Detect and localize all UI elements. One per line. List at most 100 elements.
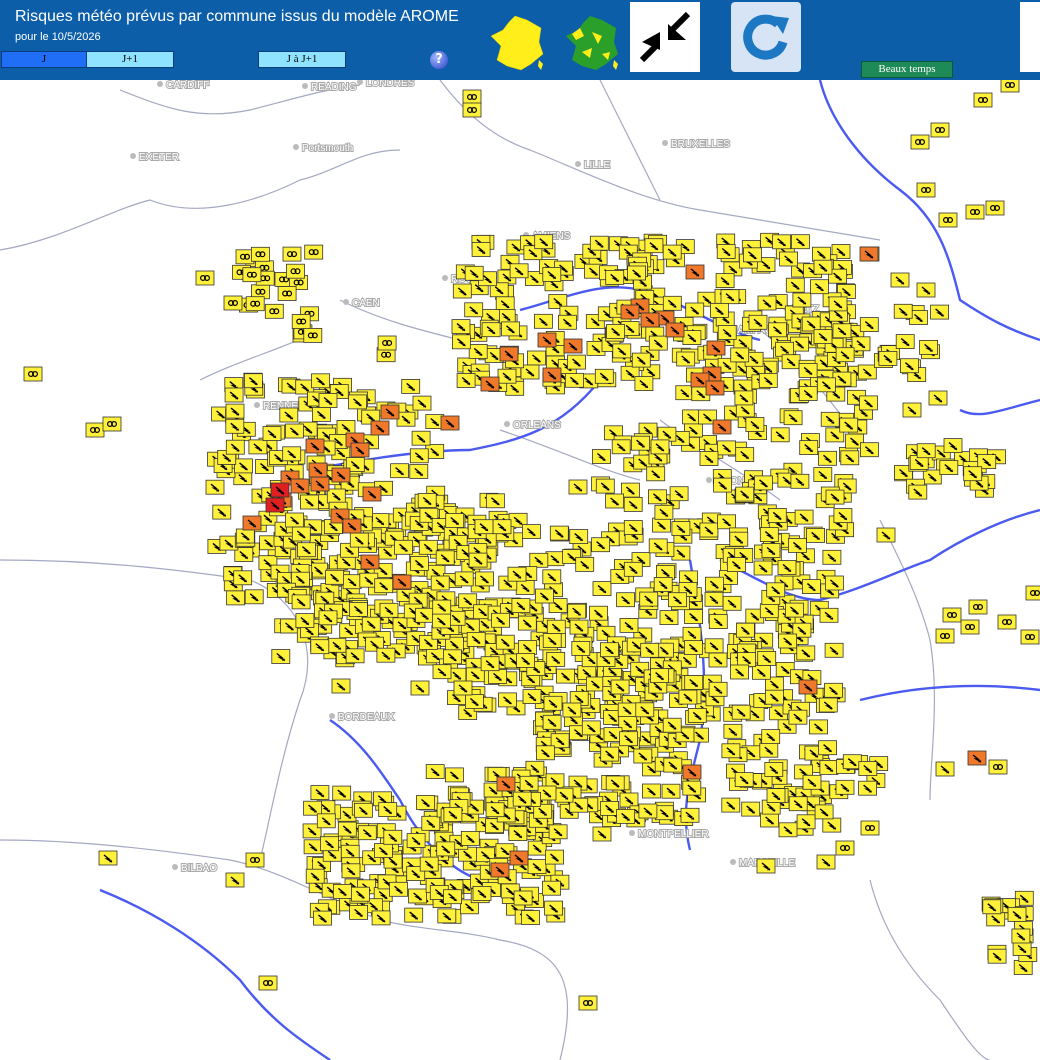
- warning-icon[interactable]: [462, 102, 482, 118]
- warning-icon[interactable]: [939, 460, 959, 476]
- warning-icon[interactable]: [770, 427, 790, 443]
- warning-icon[interactable]: [349, 905, 369, 920]
- warning-icon[interactable]: [860, 442, 879, 458]
- warning-icon[interactable]: [717, 514, 736, 530]
- warning-icon[interactable]: [798, 362, 818, 378]
- warning-icon[interactable]: [857, 364, 877, 380]
- warning-icon[interactable]: [778, 822, 798, 838]
- warning-icon[interactable]: [930, 122, 950, 138]
- warning-icon[interactable]: [435, 550, 455, 566]
- warning-icon[interactable]: [816, 854, 836, 870]
- warning-icon[interactable]: [987, 948, 1007, 964]
- warning-icon[interactable]: [820, 411, 840, 427]
- warning-icon[interactable]: [777, 560, 797, 575]
- warning-icon[interactable]: [616, 809, 635, 824]
- warning-icon[interactable]: [409, 448, 429, 464]
- warning-icon[interactable]: [436, 841, 456, 857]
- warning-icon[interactable]: [348, 394, 367, 410]
- warning-icon[interactable]: [814, 804, 834, 820]
- warning-icon[interactable]: [513, 890, 533, 906]
- warning-icon[interactable]: [326, 488, 346, 504]
- warning-icon[interactable]: [581, 720, 601, 736]
- warning-icon[interactable]: [621, 482, 640, 498]
- warning-icon[interactable]: [781, 354, 801, 370]
- warning-icon[interactable]: [311, 373, 330, 389]
- warning-icon[interactable]: [665, 322, 685, 338]
- warning-icon[interactable]: [205, 479, 225, 495]
- warning-icon[interactable]: [767, 508, 787, 523]
- warning-icon[interactable]: [682, 330, 702, 346]
- warning-icon[interactable]: [472, 886, 492, 901]
- warning-icon[interactable]: [568, 479, 588, 495]
- warning-icon[interactable]: [592, 449, 611, 464]
- warning-icon[interactable]: [766, 788, 786, 803]
- warning-icon[interactable]: [517, 615, 537, 631]
- warning-icon[interactable]: [723, 723, 743, 739]
- warning-icon[interactable]: [619, 731, 638, 747]
- warning-icon[interactable]: [410, 680, 430, 696]
- warning-icon[interactable]: [824, 642, 844, 658]
- warning-icon[interactable]: [291, 594, 311, 610]
- warning-icon[interactable]: [440, 415, 460, 431]
- warning-icon[interactable]: [396, 411, 416, 427]
- warning-icon[interactable]: [705, 380, 725, 396]
- warning-icon[interactable]: [858, 761, 878, 776]
- warning-icon[interactable]: [516, 653, 535, 668]
- warning-icon[interactable]: [832, 323, 852, 339]
- warning-icon[interactable]: [799, 440, 819, 456]
- warning-icon[interactable]: [730, 347, 750, 363]
- warning-icon[interactable]: [635, 702, 655, 718]
- warning-icon[interactable]: [543, 695, 563, 711]
- warning-icon[interactable]: [704, 638, 724, 654]
- warning-icon[interactable]: [783, 410, 803, 426]
- warning-icon[interactable]: [563, 338, 583, 354]
- warning-icon[interactable]: [425, 764, 445, 779]
- warning-icon[interactable]: [233, 570, 253, 586]
- warning-icon[interactable]: [311, 406, 331, 422]
- warning-icon[interactable]: [225, 418, 245, 434]
- warning-icon[interactable]: [813, 467, 833, 482]
- warning-icon[interactable]: [548, 824, 568, 840]
- warning-icon[interactable]: [612, 343, 632, 359]
- warning-icon[interactable]: [527, 859, 547, 874]
- warning-icon[interactable]: [411, 430, 431, 446]
- warning-icon[interactable]: [699, 522, 719, 538]
- warning-icon[interactable]: [362, 486, 382, 502]
- warning-icon[interactable]: [835, 840, 855, 856]
- warning-icon[interactable]: [562, 702, 582, 718]
- warning-icon[interactable]: [653, 577, 673, 592]
- warning-icon[interactable]: [778, 633, 797, 649]
- warning-icon[interactable]: [394, 539, 413, 555]
- warning-icon[interactable]: [542, 880, 561, 896]
- warning-icon[interactable]: [668, 592, 687, 608]
- warning-icon[interactable]: [545, 551, 565, 567]
- warning-icon[interactable]: [752, 664, 771, 680]
- warning-icon[interactable]: [605, 493, 624, 509]
- warning-icon[interactable]: [775, 341, 794, 357]
- warning-icon[interactable]: [471, 242, 491, 257]
- warning-icon[interactable]: [737, 652, 756, 667]
- warning-icon[interactable]: [212, 504, 232, 520]
- warning-icon[interactable]: [684, 609, 703, 624]
- warning-icon[interactable]: [586, 676, 605, 692]
- warning-icon[interactable]: [454, 571, 474, 587]
- warning-icon[interactable]: [591, 537, 610, 553]
- warning-icon[interactable]: [835, 779, 855, 795]
- warning-icon[interactable]: [796, 814, 816, 830]
- warning-icon[interactable]: [654, 805, 674, 821]
- warning-icon[interactable]: [835, 347, 855, 363]
- warning-icon[interactable]: [453, 680, 473, 696]
- warning-icon[interactable]: [764, 762, 784, 777]
- warning-icon[interactable]: [721, 743, 741, 759]
- warning-icon[interactable]: [499, 346, 519, 362]
- warning-icon[interactable]: [759, 527, 779, 542]
- warning-icon[interactable]: [404, 907, 424, 923]
- warning-icon[interactable]: [840, 450, 860, 466]
- warning-icon[interactable]: [534, 234, 554, 250]
- warning-icon[interactable]: [858, 780, 877, 796]
- warning-icon[interactable]: [475, 571, 494, 587]
- warning-icon[interactable]: [265, 497, 285, 513]
- warning-icon[interactable]: [285, 512, 305, 528]
- warning-icon[interactable]: [794, 509, 814, 525]
- warning-icon[interactable]: [985, 200, 1005, 216]
